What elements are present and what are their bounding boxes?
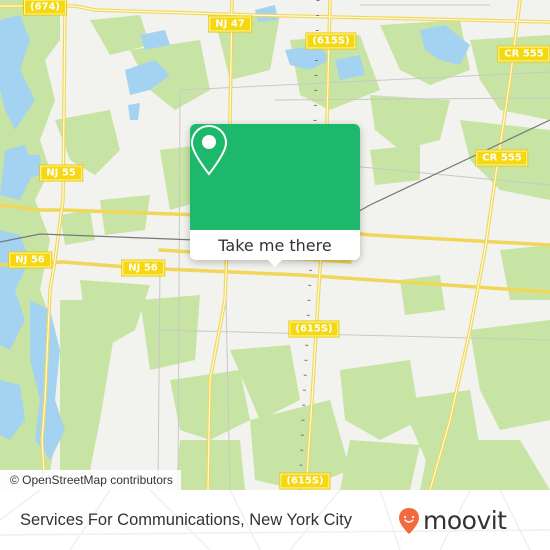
map-pin-icon (190, 124, 228, 176)
footer-bar: Services For Communications, New York Ci… (0, 490, 550, 550)
road-label-615s-top: (615S) (306, 33, 356, 49)
road-label-cr555-mid: CR 555 (476, 150, 528, 166)
road-label-674: (674) (23, 0, 67, 15)
road-label-615s-bottom: (615S) (280, 473, 330, 489)
moovit-wordmark: moovit (423, 506, 507, 535)
osm-attribution[interactable]: © OpenStreetMap contributors (0, 470, 181, 490)
road-label-nj55: NJ 55 (40, 165, 82, 181)
road-label-nj56-west: NJ 56 (9, 252, 51, 268)
popup-pointer (266, 258, 284, 267)
road-label-615s-mid: (615S) (289, 321, 339, 337)
take-me-there-button[interactable]: Take me there (190, 230, 360, 260)
place-name: Services For Communications, New York Ci… (20, 511, 352, 529)
popup-header (190, 124, 360, 230)
road-label-cr555-top: CR 555 (498, 46, 550, 62)
location-popup: Take me there (190, 124, 360, 267)
road-label-nj56-east: NJ 56 (122, 260, 164, 276)
road-label-nj47: NJ 47 (209, 16, 251, 32)
moovit-pin-icon (399, 508, 419, 534)
moovit-logo[interactable]: moovit (398, 506, 507, 536)
map-view[interactable]: (674) NJ 47 (615S) CR 555 CR 555 NJ 55 N… (0, 0, 550, 490)
